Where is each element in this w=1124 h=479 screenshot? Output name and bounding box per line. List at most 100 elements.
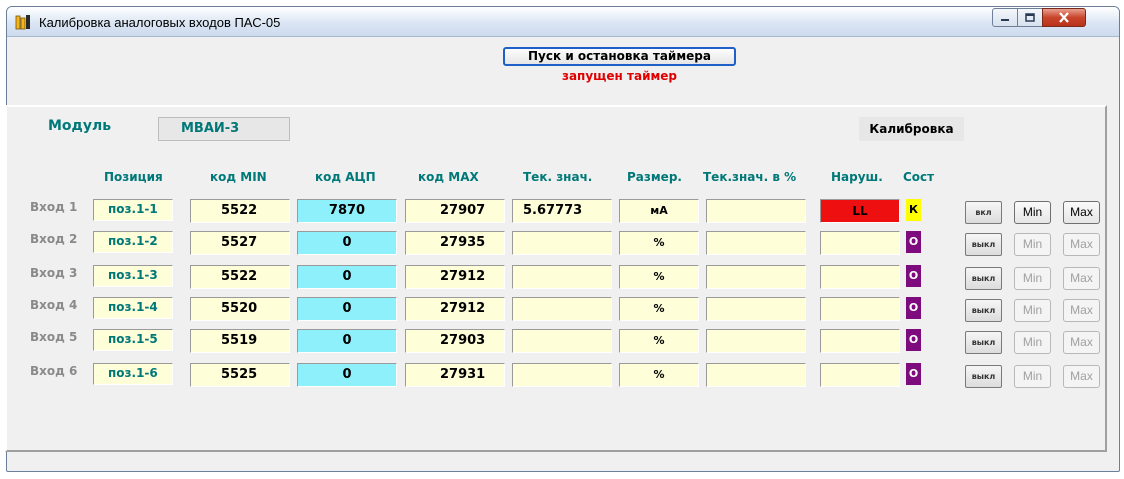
unit-field: % [619, 265, 699, 289]
toggle-button[interactable]: выкл [965, 233, 1002, 256]
bottom-strip [0, 472, 1124, 479]
row-label: Вход 3 [30, 266, 78, 280]
current-pct-field [706, 329, 806, 353]
code-max-field[interactable]: 27931 [405, 363, 505, 387]
row-label: Вход 5 [30, 330, 78, 344]
code-adc-field: 7870 [297, 199, 397, 223]
header-position: Позиция [104, 170, 163, 184]
current-value-field [512, 297, 612, 321]
max-button[interactable]: Max [1063, 267, 1100, 290]
unit-field: % [619, 231, 699, 255]
min-button[interactable]: Min [1014, 331, 1051, 354]
max-button[interactable]: Max [1063, 201, 1100, 224]
code-max-field[interactable]: 27903 [405, 329, 505, 353]
current-value-field [512, 363, 612, 387]
current-pct-field [706, 363, 806, 387]
app-icon [15, 15, 30, 30]
position-field[interactable]: поз.1-6 [93, 363, 173, 385]
state-indicator: О [906, 265, 921, 287]
module-label: Модуль [48, 118, 112, 134]
code-adc-field: 0 [297, 297, 397, 321]
max-button[interactable]: Max [1063, 233, 1100, 256]
code-min-field[interactable]: 5527 [190, 231, 290, 255]
current-pct-field [706, 231, 806, 255]
maximize-icon [1025, 13, 1035, 22]
maximize-button[interactable] [1017, 8, 1043, 27]
unit-field: % [619, 297, 699, 321]
state-indicator: К [906, 199, 921, 221]
toggle-button[interactable]: выкл [965, 331, 1002, 354]
position-field[interactable]: поз.1-1 [93, 199, 173, 221]
toggle-button[interactable]: выкл [965, 365, 1002, 388]
violation-field [820, 297, 900, 321]
current-value-field [512, 329, 612, 353]
calibration-label: Калибровка [859, 117, 964, 141]
code-adc-field: 0 [297, 363, 397, 387]
max-button[interactable]: Max [1063, 299, 1100, 322]
state-indicator: О [906, 231, 921, 253]
min-button[interactable]: Min [1014, 201, 1051, 224]
header-unit: Размер. [627, 170, 682, 184]
unit-field: % [619, 329, 699, 353]
state-indicator: О [906, 297, 921, 319]
code-max-field[interactable]: 27912 [405, 297, 505, 321]
header-violation: Наруш. [831, 170, 883, 184]
current-pct-field [706, 265, 806, 289]
minimize-button[interactable] [992, 8, 1018, 27]
current-pct-field [706, 199, 806, 223]
code-max-field[interactable]: 27912 [405, 265, 505, 289]
header-code-min: код MIN [210, 170, 267, 184]
module-value: МВАИ-3 [158, 117, 290, 141]
title-bar[interactable]: Калибровка аналоговых входов ПАС-05 [7, 7, 1119, 37]
code-min-field[interactable]: 5519 [190, 329, 290, 353]
row-label: Вход 2 [30, 232, 78, 246]
header-state: Сост [903, 170, 935, 184]
current-value-field [512, 265, 612, 289]
toggle-button[interactable]: выкл [965, 299, 1002, 322]
code-min-field[interactable]: 5520 [190, 297, 290, 321]
state-indicator: О [906, 363, 921, 385]
header-code-max: код MAX [418, 170, 479, 184]
min-button[interactable]: Min [1014, 267, 1051, 290]
minimize-icon [1001, 18, 1009, 21]
close-icon [1059, 12, 1069, 23]
code-min-field[interactable]: 5522 [190, 265, 290, 289]
violation-field: LL [820, 199, 900, 223]
max-button[interactable]: Max [1063, 331, 1100, 354]
toggle-button[interactable]: выкл [965, 267, 1002, 290]
violation-field [820, 329, 900, 353]
violation-field [820, 265, 900, 289]
row-label: Вход 4 [30, 298, 78, 312]
row-label: Вход 1 [30, 200, 78, 214]
position-field[interactable]: поз.1-5 [93, 329, 173, 351]
state-indicator: О [906, 329, 921, 351]
row-label: Вход 6 [30, 364, 78, 378]
min-button[interactable]: Min [1014, 233, 1051, 256]
unit-field: % [619, 363, 699, 387]
position-field[interactable]: поз.1-4 [93, 297, 173, 319]
code-max-field[interactable]: 27907 [405, 199, 505, 223]
min-button[interactable]: Min [1014, 365, 1051, 388]
code-adc-field: 0 [297, 265, 397, 289]
code-adc-field: 0 [297, 231, 397, 255]
current-pct-field [706, 297, 806, 321]
timer-status: запущен таймер [561, 69, 678, 83]
position-field[interactable]: поз.1-3 [93, 265, 173, 287]
timer-start-stop-button[interactable]: Пуск и остановка таймера [503, 47, 736, 66]
code-min-field[interactable]: 5525 [190, 363, 290, 387]
violation-field [820, 363, 900, 387]
violation-field [820, 231, 900, 255]
min-button[interactable]: Min [1014, 299, 1051, 322]
current-value-field [512, 231, 612, 255]
code-min-field[interactable]: 5522 [190, 199, 290, 223]
close-button[interactable] [1042, 8, 1086, 27]
code-max-field[interactable]: 27935 [405, 231, 505, 255]
header-code-adc: код АЦП [315, 170, 376, 184]
position-field[interactable]: поз.1-2 [93, 231, 173, 253]
code-adc-field: 0 [297, 329, 397, 353]
max-button[interactable]: Max [1063, 365, 1100, 388]
header-current: Тек. знач. [523, 170, 593, 184]
toggle-button[interactable]: вкл [965, 201, 1002, 224]
header-current-pct: Тек.знач. в % [703, 170, 797, 184]
current-value-field: 5.67773 [512, 199, 612, 223]
